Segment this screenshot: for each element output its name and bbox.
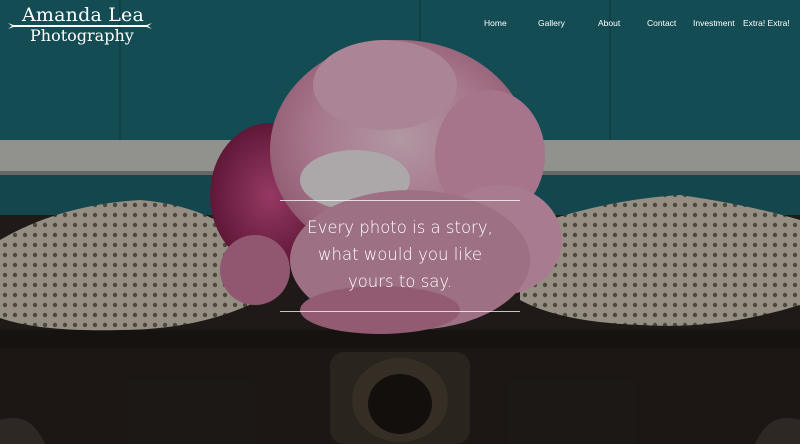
tagline-text: Every photo is a story, what would you l… [280,214,520,295]
nav-item-home[interactable]: Home [484,18,507,28]
tagline-line-2: what would you like [318,245,482,264]
nav-item-extra[interactable]: Extra! Extra! [743,18,790,28]
nav-item-gallery[interactable]: Gallery [538,18,565,28]
tagline-line-3: yours to say. [347,272,453,291]
nav-item-about[interactable]: About [598,18,620,28]
site-logo[interactable]: Amanda Lea Photography [8,4,152,46]
tagline-top-rule [280,200,520,201]
logo-subtitle-text: Photography [30,26,134,45]
tagline-bottom-rule [280,311,520,312]
hero-tagline: Every photo is a story, what would you l… [280,200,520,312]
main-nav: Home Gallery About Contact Investment Ex… [470,18,800,32]
nav-item-contact[interactable]: Contact [647,18,676,28]
nav-item-investment[interactable]: Investment [693,18,735,28]
tagline-line-1: Every photo is a story, [307,218,493,237]
